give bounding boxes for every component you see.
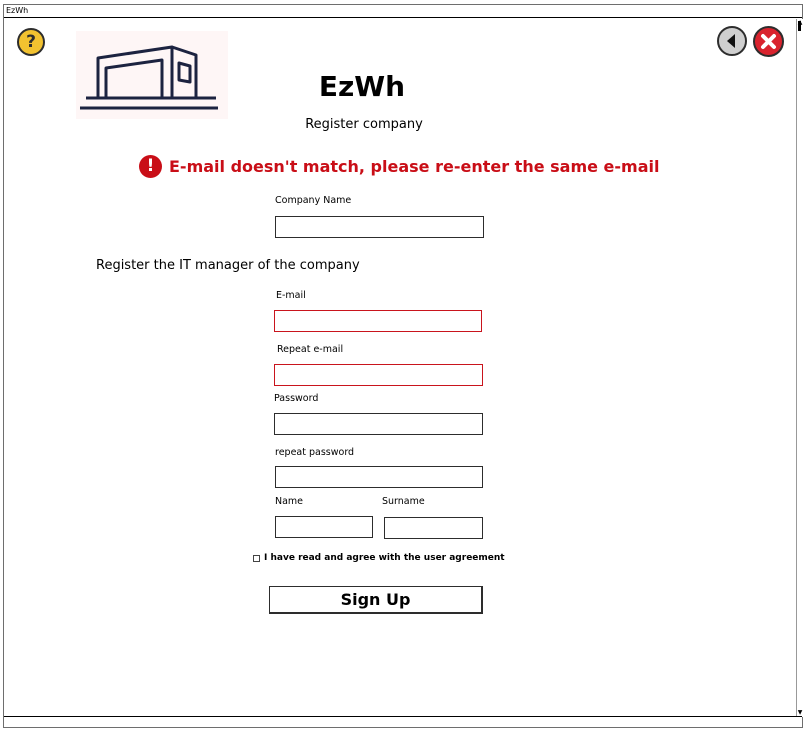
surname-input[interactable] [384,517,483,539]
back-button[interactable] [717,26,747,56]
agreement-checkbox[interactable] [253,554,260,562]
email-input[interactable] [274,310,482,332]
error-message: E-mail doesn't match, please re-enter th… [169,156,660,176]
repeat-password-label: repeat password [275,447,355,458]
agreement-row: I have read and agree with the user agre… [253,553,505,563]
back-arrow-icon [727,34,735,48]
sign-up-button[interactable]: Sign Up [269,586,483,614]
name-input[interactable] [275,516,373,538]
error-exclamation-icon: ! [139,154,162,178]
it-manager-section-heading: Register the IT manager of the company [96,258,360,273]
warehouse-icon [80,45,218,110]
help-button[interactable]: ? [17,28,45,56]
page-subtitle: Register company [305,117,423,132]
scroll-thumb[interactable] [798,21,801,31]
password-input[interactable] [274,413,483,435]
warehouse-logo [76,31,228,119]
app-title: EzWh [318,70,406,103]
repeat-email-input[interactable] [274,364,483,386]
name-label: Name [275,496,304,507]
agreement-label: I have read and agree with the user agre… [264,553,505,563]
close-x-icon [761,34,776,49]
company-name-input[interactable] [275,216,484,238]
error-banner: ! E-mail doesn't match, please re-enter … [139,153,659,179]
bottom-status-bar [4,716,802,727]
repeat-email-label: Repeat e-mail [277,344,344,355]
question-icon: ? [26,32,36,52]
password-label: Password [274,393,319,404]
company-name-label: Company Name [275,195,352,206]
window-titlebar: EzWh [4,5,802,18]
surname-label: Surname [382,496,425,507]
vertical-scrollbar[interactable]: ▲ ▼ [796,19,803,717]
close-button[interactable] [753,26,784,57]
repeat-password-input[interactable] [275,466,483,488]
email-label: E-mail [276,290,306,301]
